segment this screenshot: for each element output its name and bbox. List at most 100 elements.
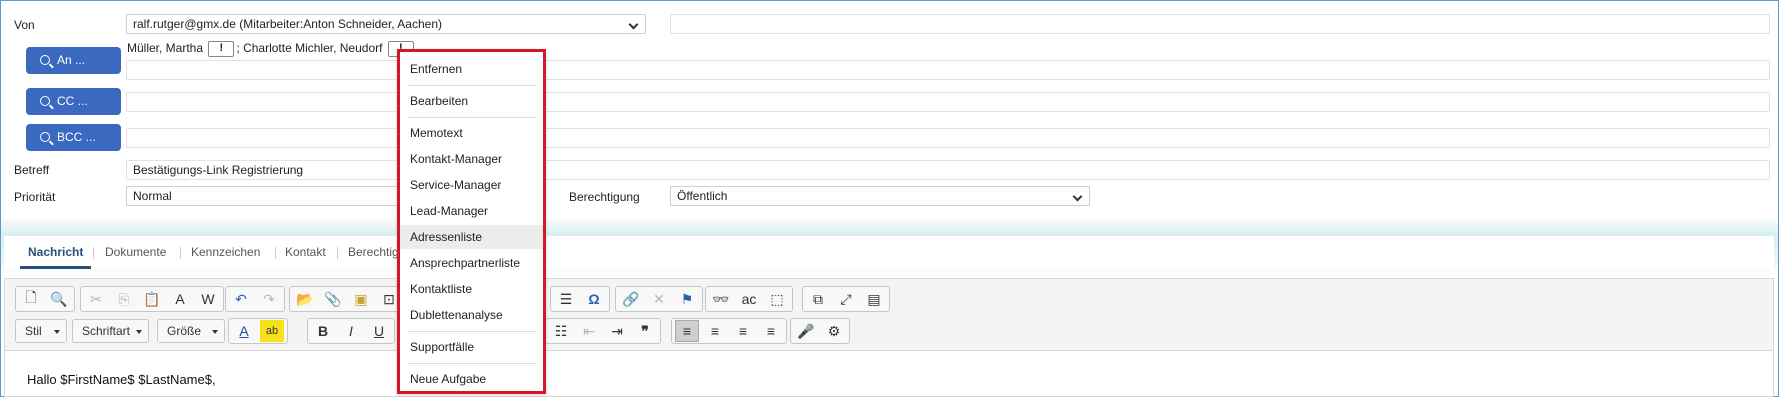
font-dropdown[interactable]: Schriftart xyxy=(72,319,149,343)
from-extra-field[interactable] xyxy=(670,14,1770,34)
settings-icon[interactable]: ⚙ xyxy=(822,320,846,342)
toolbar-group-format: B I U xyxy=(307,318,395,344)
from-select[interactable]: ralf.rutger@gmx.de (Mitarbeiter:Anton Sc… xyxy=(126,14,646,34)
paragraph-format-icon[interactable]: ☰ xyxy=(554,288,578,310)
indent-icon[interactable]: ⇥ xyxy=(605,320,629,342)
tab-nachricht[interactable]: Nachricht xyxy=(20,236,92,269)
tab-divider xyxy=(275,247,276,259)
paste-text-icon[interactable]: A xyxy=(168,288,192,310)
flag-icon[interactable]: ⚑ xyxy=(675,288,699,310)
align-left-icon[interactable]: ≡ xyxy=(675,320,699,342)
italic-icon[interactable]: I xyxy=(339,320,363,342)
menu-item-dublettenanalyse[interactable]: Dublettenanalyse xyxy=(400,303,543,327)
menu-item-bearbeiten[interactable]: Bearbeiten xyxy=(400,89,543,113)
size-dropdown[interactable]: Größe xyxy=(157,319,225,343)
menu-separator xyxy=(408,85,536,86)
style-dropdown[interactable]: Stil xyxy=(15,319,67,343)
recipient-separator: ; xyxy=(236,41,240,56)
text-color-icon[interactable]: A xyxy=(232,320,256,342)
toolbar-group-colors: A ab xyxy=(228,318,288,344)
microphone-icon[interactable]: 🎤 xyxy=(794,320,818,342)
tab-kennzeichen[interactable]: Kennzeichen xyxy=(191,236,260,269)
outdent-icon[interactable]: ⇤ xyxy=(577,320,601,342)
menu-item-kontakt-manager[interactable]: Kontakt-Manager xyxy=(400,147,543,171)
bcc-button-label: BCC ... xyxy=(57,130,96,144)
align-center-icon[interactable]: ≡ xyxy=(703,320,727,342)
menu-item-lead-manager[interactable]: Lead-Manager xyxy=(400,199,543,223)
binoculars-icon[interactable]: 👓 xyxy=(709,288,733,310)
link-icon[interactable]: 🔗 xyxy=(619,288,643,310)
tab-dokumente[interactable]: Dokumente xyxy=(105,236,166,269)
maximize-icon[interactable]: ⤢ xyxy=(834,288,858,310)
recipient-name[interactable]: Müller, Martha xyxy=(127,41,203,55)
recipient-context-menu: Entfernen Bearbeiten Memotext Kontakt-Ma… xyxy=(397,49,546,394)
bold-icon[interactable]: B xyxy=(311,320,335,342)
from-label: Von xyxy=(14,18,35,32)
tab-kontakt[interactable]: Kontakt xyxy=(285,236,326,269)
subject-label: Betreff xyxy=(14,163,50,177)
paste-icon[interactable]: 📋 xyxy=(140,288,164,310)
font-label: Schriftart xyxy=(82,324,131,338)
toolbar-group-insert: 📂 📎 ▣ ⊡ xyxy=(289,286,405,312)
permission-select[interactable]: Öffentlich xyxy=(670,186,1090,206)
blocks-icon[interactable]: ▤ xyxy=(862,288,886,310)
recipient-name[interactable]: Charlotte Michler, Neudorf xyxy=(243,41,382,55)
bcc-button[interactable]: BCC ... xyxy=(26,124,121,151)
toolbar-group-undo: ↶ ↷ xyxy=(225,286,285,312)
search-icon xyxy=(40,55,50,65)
menu-item-ansprechpartnerliste[interactable]: Ansprechpartnerliste xyxy=(400,251,543,275)
menu-separator xyxy=(408,363,536,364)
bulleted-list-icon[interactable]: ☷ xyxy=(549,320,573,342)
cc-field[interactable] xyxy=(126,92,1770,112)
permission-label: Berechtigung xyxy=(569,190,640,204)
tab-bar: Nachricht Dokumente Kennzeichen Kontakt … xyxy=(4,236,1774,269)
menu-separator xyxy=(408,331,536,332)
subject-value: Bestätigungs-Link Registrierung xyxy=(133,163,304,177)
to-field[interactable] xyxy=(126,60,1770,80)
preview-icon[interactable]: 🔍 xyxy=(47,288,71,310)
redo-icon[interactable]: ↷ xyxy=(257,288,281,310)
blockquote-icon[interactable]: ❞ xyxy=(633,320,657,342)
subject-input[interactable]: Bestätigungs-Link Registrierung xyxy=(126,160,1770,180)
select-all-icon[interactable]: ⬚ xyxy=(765,288,789,310)
menu-item-neue-aufgabe[interactable]: Neue Aufgabe xyxy=(400,367,543,391)
menu-item-memotext[interactable]: Memotext xyxy=(400,121,543,145)
chevron-down-icon xyxy=(212,330,218,334)
source-icon[interactable]: ⧉ xyxy=(806,288,830,310)
align-justify-icon[interactable]: ≡ xyxy=(759,320,783,342)
chevron-down-icon xyxy=(54,330,60,334)
priority-label: Priorität xyxy=(14,190,56,204)
bcc-field[interactable] xyxy=(126,128,1770,148)
menu-separator xyxy=(408,117,536,118)
toolbar-group-align: ≡ ≡ ≡ ≡ xyxy=(671,318,787,344)
menu-item-adressenliste[interactable]: Adressenliste xyxy=(400,225,543,249)
highlight-color-icon[interactable]: ab xyxy=(260,320,284,342)
align-right-icon[interactable]: ≡ xyxy=(731,320,755,342)
menu-item-supportfaelle[interactable]: Supportfälle xyxy=(400,335,543,359)
attachment-icon[interactable]: 📎 xyxy=(321,288,345,310)
menu-item-entfernen[interactable]: Entfernen xyxy=(400,57,543,81)
cut-icon[interactable]: ✂ xyxy=(84,288,108,310)
new-page-icon[interactable]: 🗋 xyxy=(19,288,43,310)
tab-divider xyxy=(180,247,181,259)
spellcheck-icon[interactable]: ac xyxy=(737,288,761,310)
menu-item-kontaktliste[interactable]: Kontaktliste xyxy=(400,277,543,301)
chevron-down-icon xyxy=(628,19,639,30)
unlink-icon[interactable]: ✕ xyxy=(647,288,671,310)
cc-button[interactable]: CC ... xyxy=(26,88,121,115)
copy-icon[interactable]: ⎘ xyxy=(112,288,136,310)
recipient-marker-button[interactable]: ! xyxy=(208,41,235,57)
editor-body-text[interactable]: Hallo $FirstName$ $LastName$, xyxy=(27,372,216,387)
toolbar-group-lists: ☷ ⇤ ⇥ ❞ xyxy=(545,318,661,344)
omega-icon[interactable]: Ω xyxy=(582,288,606,310)
folder-icon[interactable]: 📂 xyxy=(293,288,317,310)
paste-word-icon[interactable]: W xyxy=(196,288,220,310)
undo-icon[interactable]: ↶ xyxy=(229,288,253,310)
to-button[interactable]: An ... xyxy=(26,47,121,74)
priority-value: Normal xyxy=(133,189,172,203)
template-icon[interactable]: ▣ xyxy=(349,288,373,310)
underline-icon[interactable]: U xyxy=(367,320,391,342)
priority-select[interactable]: Normal xyxy=(126,186,406,206)
tab-berechtigung[interactable]: Berechtig xyxy=(348,236,399,269)
menu-item-service-manager[interactable]: Service-Manager xyxy=(400,173,543,197)
